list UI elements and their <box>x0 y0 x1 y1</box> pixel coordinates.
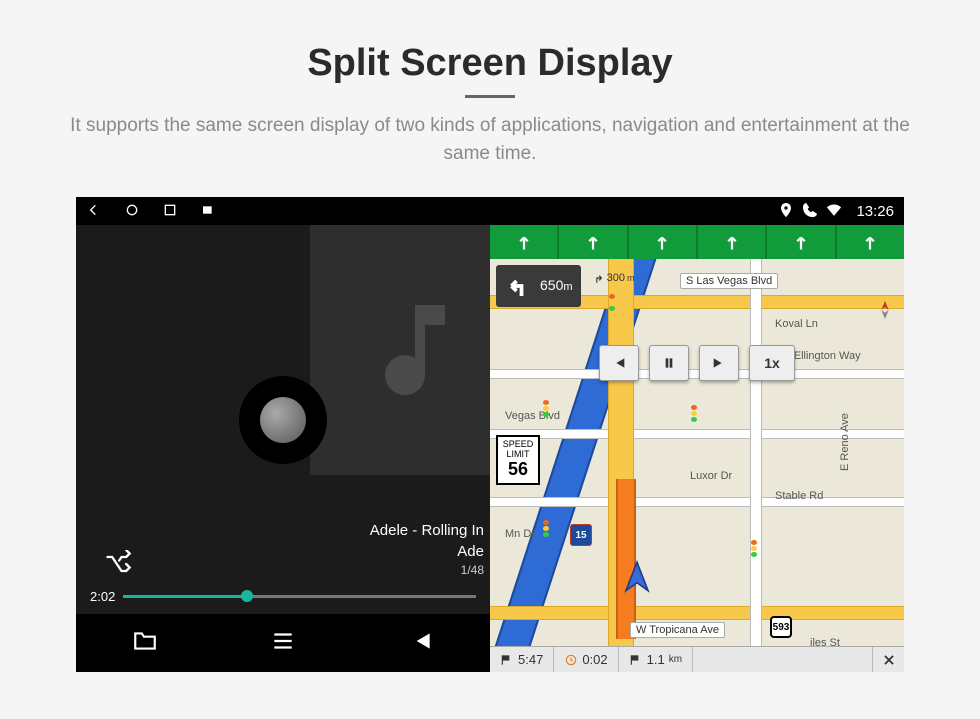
lane-arrow <box>698 225 767 259</box>
lane-guidance <box>490 225 904 259</box>
track-title: Adele - Rolling In <box>370 521 484 541</box>
turn-right-icon <box>591 271 605 285</box>
status-time: 13:26 <box>856 203 894 220</box>
compass-icon[interactable] <box>874 299 896 321</box>
nav-pause-button[interactable] <box>649 345 689 381</box>
lane-arrow <box>559 225 628 259</box>
turn-unit: m <box>563 281 572 293</box>
turn-left-icon <box>504 271 534 301</box>
status-bar: 13:26 <box>76 197 904 225</box>
distance-segment[interactable]: 1.1 km <box>619 647 693 672</box>
folder-icon <box>132 628 158 654</box>
album-art-placeholder <box>310 225 520 475</box>
nav-next-button[interactable] <box>699 345 739 381</box>
eta-value: 5:47 <box>518 652 543 667</box>
street-label: S Las Vegas Blvd <box>680 273 778 289</box>
phone-icon <box>802 202 818 221</box>
street-label: Koval Ln <box>770 317 823 331</box>
duration-segment[interactable]: 0:02 <box>554 647 618 672</box>
location-icon <box>778 202 794 221</box>
nav-media-controls: 1x <box>599 345 795 381</box>
interstate-shield: 15 <box>570 524 592 546</box>
track-metadata: Adele - Rolling In Ade 1/48 <box>370 521 484 578</box>
lane-arrow <box>837 225 904 259</box>
lane-arrow <box>629 225 698 259</box>
title-underline <box>465 95 515 98</box>
street-label: Luxor Dr <box>685 469 737 483</box>
nav-speed-button[interactable]: 1x <box>749 345 795 381</box>
flag-icon <box>500 653 514 667</box>
back-icon[interactable] <box>86 202 102 221</box>
turn-distance: 650 <box>540 277 563 293</box>
street-label: Mn Dr <box>500 527 540 541</box>
speed-limit-sign: SPEED LIMIT 56 <box>496 435 540 485</box>
street-label: Vegas Blvd <box>500 409 565 423</box>
screenshot-icon[interactable] <box>200 202 216 221</box>
previous-button[interactable] <box>408 628 434 659</box>
elapsed-time: 2:02 <box>90 589 115 604</box>
turn-instruction: 650m 300m <box>496 265 581 307</box>
list-icon <box>270 628 296 654</box>
navigation-pane: S Las Vegas Blvd Koval Ln Duke Ellington… <box>490 225 904 672</box>
distance-value: 1.1 <box>647 652 665 667</box>
recent-apps-icon[interactable] <box>162 202 178 221</box>
eta-segment[interactable]: 5:47 <box>490 647 554 672</box>
previous-icon <box>611 355 627 371</box>
wifi-icon <box>826 202 842 221</box>
pause-icon <box>661 355 677 371</box>
progress-bar[interactable]: 2:02 <box>90 584 476 608</box>
clock-icon <box>564 653 578 667</box>
current-position-icon <box>618 559 656 602</box>
previous-icon <box>408 628 434 654</box>
duration-value: 0:02 <box>582 652 607 667</box>
lane-arrow <box>767 225 836 259</box>
street-label: Stable Rd <box>770 489 828 503</box>
distance-unit: km <box>669 654 682 665</box>
next-turn: 300m <box>591 271 635 285</box>
street-label: W Tropicana Ave <box>630 622 725 638</box>
speed-limit-label: SPEED LIMIT <box>498 440 538 460</box>
page-title: Split Screen Display <box>0 42 980 85</box>
folder-button[interactable] <box>132 628 158 659</box>
route-shield: 593 <box>770 616 792 638</box>
device-frame: 13:26 Adele - Rolling In Ade 1/48 <box>76 197 904 672</box>
nav-prev-button[interactable] <box>599 345 639 381</box>
shuffle-icon <box>104 550 132 578</box>
map-canvas[interactable]: S Las Vegas Blvd Koval Ln Duke Ellington… <box>490 259 904 646</box>
next-icon <box>711 355 727 371</box>
nav-info-bar: 5:47 0:02 1.1 km <box>490 646 904 672</box>
close-icon <box>882 653 896 667</box>
flag-icon <box>629 653 643 667</box>
track-artist: Ade <box>370 542 484 562</box>
street-label: E Reno Ave <box>838 408 852 476</box>
home-icon[interactable] <box>124 202 140 221</box>
lane-arrow <box>490 225 559 259</box>
playlist-button[interactable] <box>270 628 296 659</box>
music-pane: Adele - Rolling In Ade 1/48 2:02 <box>76 225 490 672</box>
page-subtitle: It supports the same screen display of t… <box>50 112 930 167</box>
center-control[interactable] <box>239 376 327 464</box>
speed-limit-value: 56 <box>498 460 538 480</box>
track-count: 1/48 <box>370 562 484 578</box>
shuffle-button[interactable] <box>104 550 132 578</box>
music-note-icon <box>355 290 475 410</box>
nav-close-button[interactable] <box>872 647 904 672</box>
